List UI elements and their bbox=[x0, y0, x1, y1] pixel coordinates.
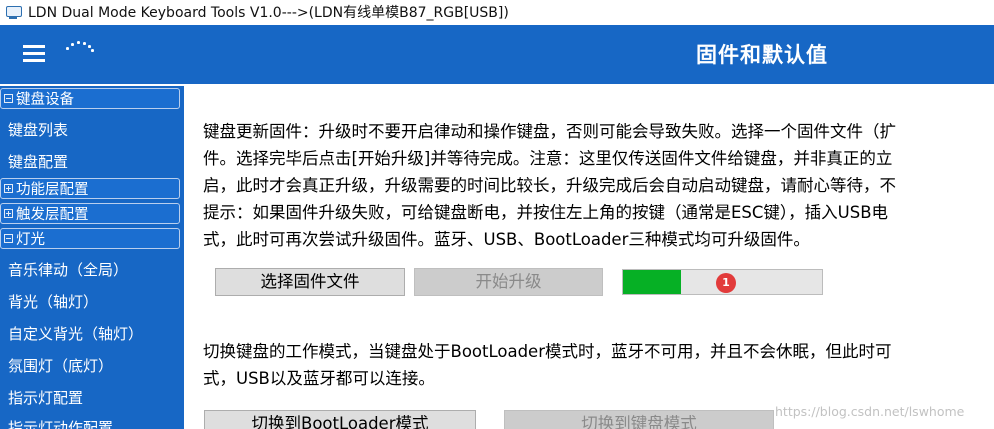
sidebar-group-label: 触发层配置 bbox=[16, 207, 89, 223]
sidebar-item-indicator-config[interactable]: 指示灯配置 bbox=[8, 387, 83, 408]
sidebar-item-music-rhythm[interactable]: 音乐律动（全局） bbox=[8, 259, 128, 280]
sidebar-item-keyboard-config[interactable]: 键盘配置 bbox=[8, 151, 68, 172]
mode-description: 切换键盘的工作模式，当键盘处于BootLoader模式时，蓝牙不可用，并且不会休… bbox=[203, 338, 892, 392]
sidebar-group-keyboard-device[interactable]: 键盘设备 bbox=[0, 88, 180, 109]
collapse-icon[interactable] bbox=[4, 94, 13, 103]
select-firmware-button[interactable]: 选择固件文件 bbox=[215, 268, 405, 296]
sidebar-group-label: 功能层配置 bbox=[16, 182, 89, 198]
hamburger-menu-icon[interactable] bbox=[23, 45, 45, 62]
keyboard-app-icon bbox=[4, 3, 22, 21]
switch-keyboard-mode-button[interactable]: 切换到键盘模式 bbox=[504, 410, 774, 429]
sidebar-item-indicator-action[interactable]: 指示灯动作配置 bbox=[8, 417, 113, 429]
text-line: 式，此时可再次尝试升级固件。蓝牙、USB、BootLoader三种模式均可升级固… bbox=[203, 230, 810, 249]
sidebar-item-custom-backlight[interactable]: 自定义背光（轴灯） bbox=[8, 323, 143, 344]
text-line: 键盘更新固件：升级时不要开启律动和操作键盘，否则可能会导致失败。选择一个固件文件… bbox=[203, 122, 896, 141]
expand-icon[interactable] bbox=[4, 184, 13, 193]
text-line: 启，此时才会真正升级，升级需要的时间比较长，升级完成后会自动启动键盘，请耐心等待… bbox=[203, 176, 896, 195]
sidebar-item-backlight[interactable]: 背光（轴灯） bbox=[8, 291, 98, 312]
sidebar-group-function-layer[interactable]: 功能层配置 bbox=[0, 178, 180, 199]
app-header: 固件和默认值 bbox=[0, 25, 994, 84]
collapse-icon[interactable] bbox=[4, 234, 13, 243]
text-line: 件。选择完毕后点击[开始升级]并等待完成。注意：这里仅传送固件文件给键盘，并非真… bbox=[203, 149, 893, 168]
sidebar-group-lighting[interactable]: 灯光 bbox=[0, 228, 180, 249]
watermark: https://blog.csdn.net/lswhome bbox=[775, 404, 965, 419]
text-line: 提示：如果固件升级失败，可给键盘断电，并按住左上角的按键（通常是ESC键），插入… bbox=[203, 203, 889, 222]
text-line: 式，USB以及蓝牙都可以连接。 bbox=[203, 369, 435, 388]
page-title: 固件和默认值 bbox=[696, 43, 828, 67]
expand-icon[interactable] bbox=[4, 209, 13, 218]
switch-bootloader-button[interactable]: 切换到BootLoader模式 bbox=[204, 410, 476, 429]
window-title: LDN Dual Mode Keyboard Tools V1.0--->(LD… bbox=[28, 5, 509, 21]
title-bar: LDN Dual Mode Keyboard Tools V1.0--->(LD… bbox=[0, 0, 994, 24]
sidebar: 键盘设备 键盘列表 键盘配置 功能层配置 触发层配置 灯光 音乐律动（全局） 背… bbox=[0, 86, 184, 429]
text-line: 切换键盘的工作模式，当键盘处于BootLoader模式时，蓝牙不可用，并且不会休… bbox=[203, 342, 892, 361]
sidebar-group-label: 键盘设备 bbox=[16, 92, 74, 108]
loading-spinner-icon bbox=[62, 36, 96, 56]
sidebar-group-label: 灯光 bbox=[16, 232, 45, 248]
start-upgrade-button[interactable]: 开始升级 bbox=[414, 268, 603, 296]
main-content: 键盘更新固件：升级时不要开启律动和操作键盘，否则可能会导致失败。选择一个固件文件… bbox=[184, 86, 994, 429]
annotation-badge: 1 bbox=[716, 273, 736, 293]
firmware-description: 键盘更新固件：升级时不要开启律动和操作键盘，否则可能会导致失败。选择一个固件文件… bbox=[203, 118, 896, 253]
sidebar-group-trigger-layer[interactable]: 触发层配置 bbox=[0, 203, 180, 224]
progress-fill bbox=[623, 270, 681, 294]
sidebar-item-keyboard-list[interactable]: 键盘列表 bbox=[8, 119, 68, 140]
sidebar-item-ambient-light[interactable]: 氛围灯（底灯） bbox=[8, 355, 113, 376]
